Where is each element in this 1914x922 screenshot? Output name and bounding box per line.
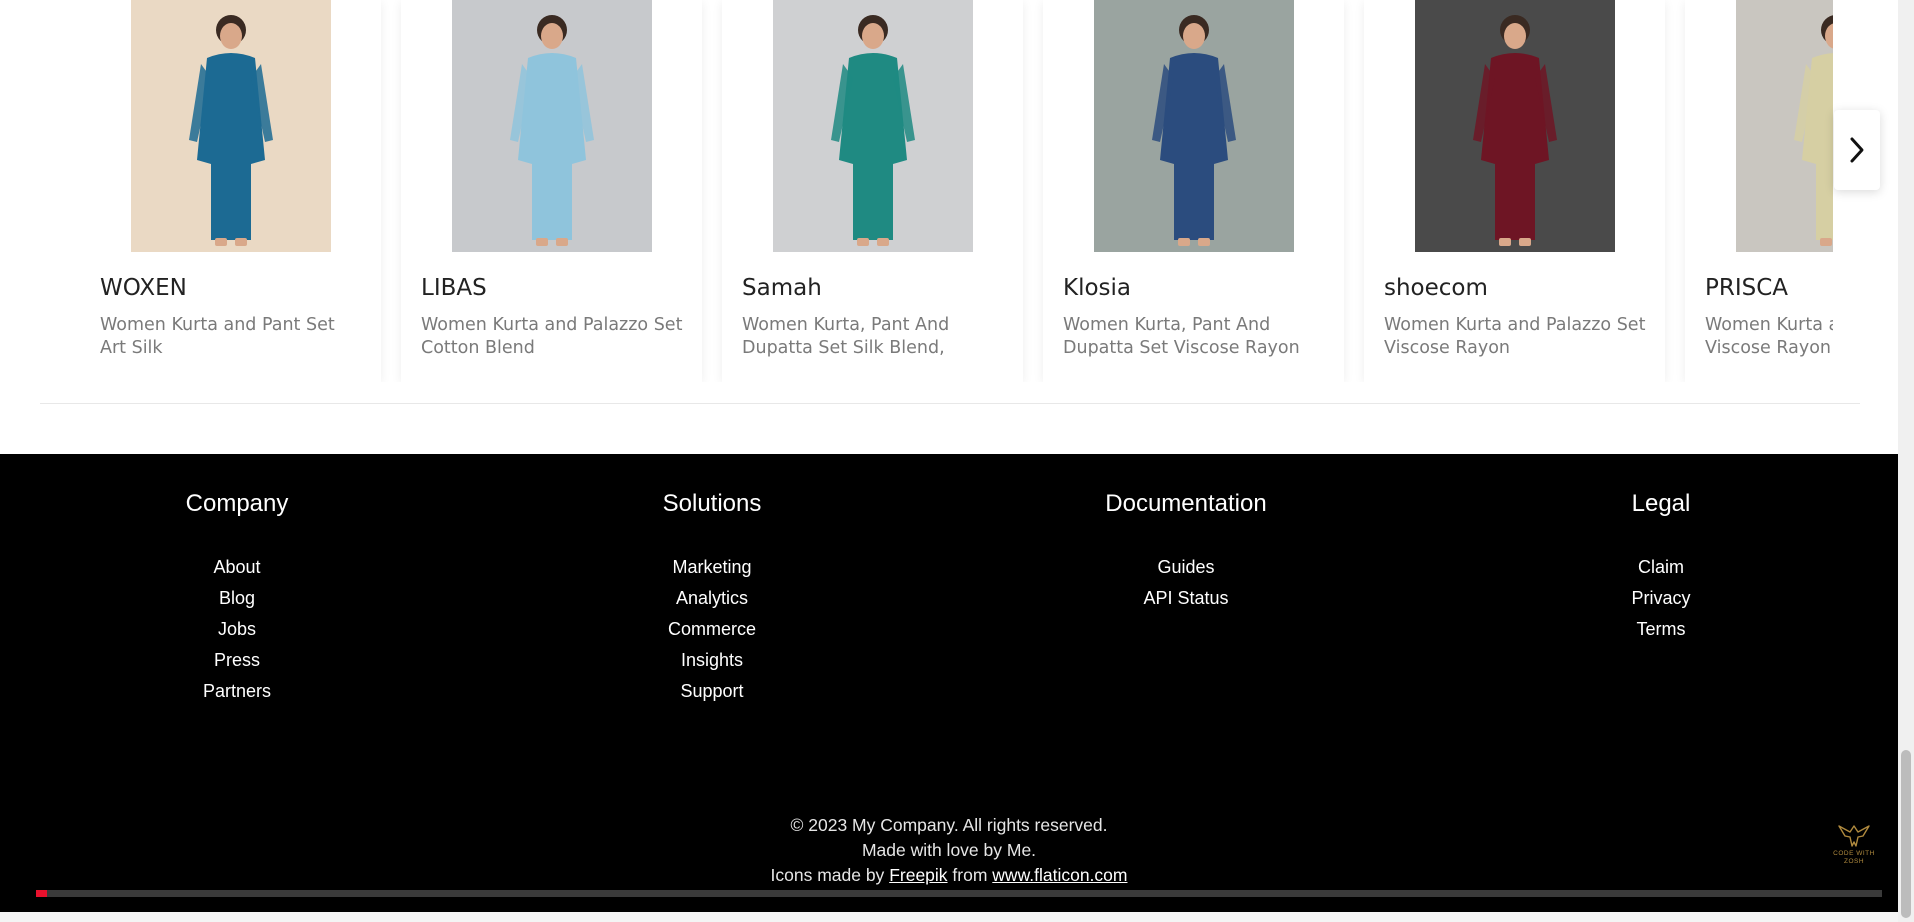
product-card[interactable]: Klosia Women Kurta, Pant And Dupatta Set … bbox=[1043, 0, 1344, 382]
footer-column-title: Legal bbox=[1631, 490, 1691, 517]
product-card[interactable]: Samah Women Kurta, Pant And Dupatta Set S… bbox=[722, 0, 1023, 382]
chevron-right-icon bbox=[1850, 137, 1864, 163]
product-description: Women Kurta, Pant And Dupatta Set Viscos… bbox=[1063, 315, 1300, 358]
product-description: Women Kurta, Pant And Dupatta Set Silk B… bbox=[742, 315, 950, 358]
made-with-text: Made with love by Me. bbox=[861, 840, 1037, 860]
footer-link[interactable]: Jobs bbox=[87, 614, 387, 645]
footer-link[interactable]: Terms bbox=[1511, 614, 1811, 645]
product-brand: Samah bbox=[742, 275, 822, 301]
video-progress-bar[interactable] bbox=[36, 890, 1882, 897]
footer-column: Legal Claim Privacy Terms bbox=[1511, 490, 1811, 645]
model-figure-icon bbox=[189, 15, 273, 246]
page-scrollbar[interactable] bbox=[1898, 0, 1914, 922]
product-card[interactable]: WOXEN Women Kurta and Pant Set Art Silk bbox=[80, 0, 381, 382]
icons-credit: Icons made by Freepik from www.flaticon.… bbox=[770, 865, 1128, 885]
footer-column: Company About Blog Jobs Press Partners bbox=[87, 490, 387, 707]
model-figure-icon bbox=[1794, 15, 1833, 246]
footer-link-list: Claim Privacy Terms bbox=[1511, 552, 1811, 645]
eagle-icon bbox=[1838, 825, 1870, 847]
model-figure-icon bbox=[1152, 15, 1236, 246]
footer-link[interactable]: Guides bbox=[1036, 552, 1336, 583]
footer-link[interactable]: Privacy bbox=[1511, 583, 1811, 614]
scrollbar-thumb[interactable] bbox=[1901, 750, 1911, 918]
carousel-divider bbox=[40, 403, 1860, 404]
carousel-track: WOXEN Women Kurta and Pant Set Art Silk LI… bbox=[80, 0, 1833, 382]
footer-link[interactable]: About bbox=[87, 552, 387, 583]
footer-link[interactable]: Marketing bbox=[562, 552, 862, 583]
footer-link[interactable]: Partners bbox=[87, 676, 387, 707]
bottom-strip bbox=[0, 912, 1898, 922]
channel-logo: CODE WITH ZOSH bbox=[1826, 820, 1882, 876]
site-footer: Company About Blog Jobs Press Partners Solutio… bbox=[0, 454, 1898, 922]
footer-link[interactable]: Insights bbox=[562, 645, 862, 676]
model-figure-icon bbox=[831, 15, 915, 246]
footer-column: Solutions Marketing Analytics Commerce Insig… bbox=[562, 490, 862, 707]
product-brand: PRISCA bbox=[1705, 275, 1789, 301]
footer-bottom: © 2023 My Company. All rights reserved. … bbox=[0, 813, 1898, 888]
footer-link[interactable]: API Status bbox=[1036, 583, 1336, 614]
footer-link[interactable]: Analytics bbox=[562, 583, 862, 614]
product-card[interactable]: PRISCA Women Kurta and Palazzo Set Viscos… bbox=[1685, 0, 1833, 382]
flaticon-link[interactable]: www.flaticon.com bbox=[992, 865, 1127, 885]
footer-column: Documentation Guides API Status bbox=[1036, 490, 1336, 614]
carousel-next-button[interactable] bbox=[1834, 110, 1880, 190]
footer-link-list: Marketing Analytics Commerce Insights Suppor… bbox=[562, 552, 862, 707]
footer-link[interactable]: Press bbox=[87, 645, 387, 676]
product-card[interactable]: shoecom Women Kurta and Palazzo Set Visco… bbox=[1364, 0, 1665, 382]
copyright-text: © 2023 My Company. All rights reserved. bbox=[790, 815, 1108, 835]
product-brand: WOXEN bbox=[100, 275, 187, 301]
footer-link-list: About Blog Jobs Press Partners bbox=[87, 552, 387, 707]
product-description: Women Kurta and Palazzo Set Cotton Blend bbox=[421, 315, 683, 358]
product-brand: Klosia bbox=[1063, 275, 1132, 301]
freepik-link[interactable]: Freepik bbox=[889, 865, 947, 885]
channel-logo-text: CODE WITH ZOSH bbox=[1833, 850, 1875, 865]
product-description: Women Kurta and Palazzo Set Viscose Rayo… bbox=[1705, 315, 1833, 358]
footer-link[interactable]: Claim bbox=[1511, 552, 1811, 583]
product-carousel: WOXEN Women Kurta and Pant Set Art Silk LI… bbox=[0, 0, 1898, 454]
product-description: Women Kurta and Palazzo Set Viscose Rayo… bbox=[1384, 315, 1646, 358]
footer-link[interactable]: Support bbox=[562, 676, 862, 707]
product-image[interactable] bbox=[131, 0, 331, 252]
product-image[interactable] bbox=[1094, 0, 1294, 252]
footer-column-title: Solutions bbox=[662, 490, 762, 517]
product-description: Women Kurta and Pant Set Art Silk bbox=[100, 315, 335, 358]
footer-link[interactable]: Blog bbox=[87, 583, 387, 614]
product-image[interactable] bbox=[1415, 0, 1615, 252]
model-figure-icon bbox=[510, 15, 594, 246]
footer-link[interactable]: Commerce bbox=[562, 614, 862, 645]
product-image[interactable] bbox=[1736, 0, 1833, 252]
model-figure-icon bbox=[1473, 15, 1557, 246]
product-brand: LIBAS bbox=[421, 275, 487, 301]
product-card[interactable]: LIBAS Women Kurta and Palazzo Set Cotton … bbox=[401, 0, 702, 382]
product-image[interactable] bbox=[773, 0, 973, 252]
product-brand: shoecom bbox=[1384, 275, 1488, 301]
video-progress-fill bbox=[36, 890, 48, 897]
footer-column-title: Company bbox=[185, 490, 289, 517]
footer-column-title: Documentation bbox=[1105, 490, 1267, 517]
product-image[interactable] bbox=[452, 0, 652, 252]
footer-link-list: Guides API Status bbox=[1036, 552, 1336, 614]
